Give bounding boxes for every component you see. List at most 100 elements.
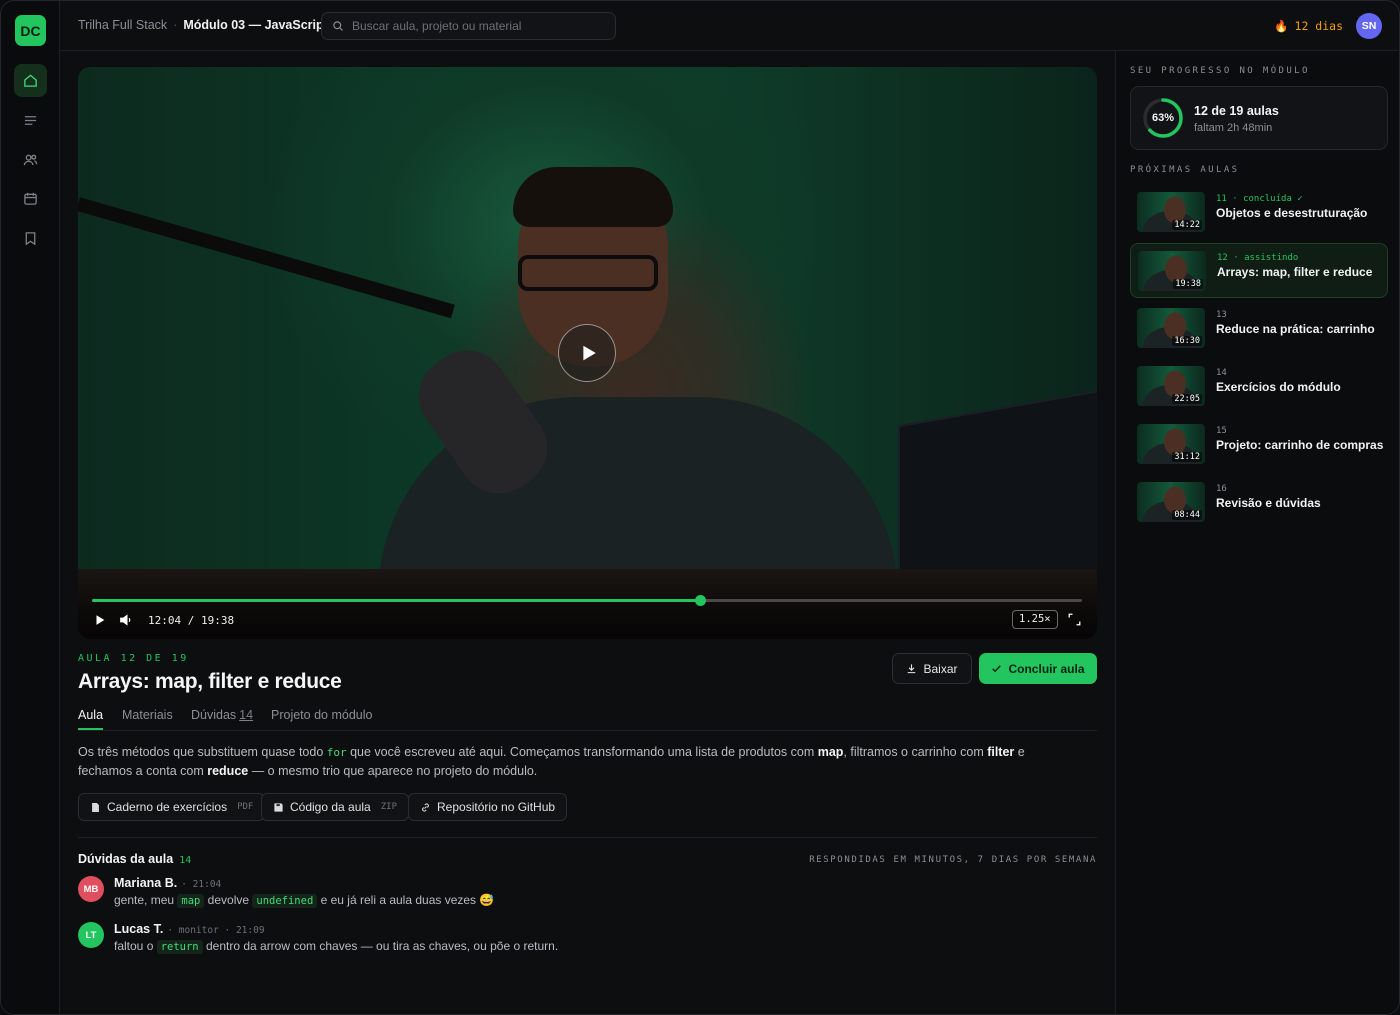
breadcrumb-separator: ·: [173, 18, 178, 32]
tab-label: Dúvidas: [191, 708, 237, 722]
progress-percent: 63%: [1151, 112, 1175, 124]
comment-author[interactable]: Lucas T.: [114, 922, 163, 936]
active-tab-indicator: [78, 728, 103, 730]
streak-badge[interactable]: 🔥 12 dias: [1274, 19, 1343, 33]
lesson-thumbnail: 14:22: [1137, 192, 1205, 232]
play-icon[interactable]: [93, 613, 107, 627]
lesson-title: Exercícios do módulo: [1216, 380, 1341, 394]
complete-label: Concluir aula: [1008, 661, 1085, 676]
brand-logo[interactable]: DC: [15, 15, 46, 46]
progress-remaining: faltam 2h 48min: [1194, 122, 1273, 134]
download-icon: [908, 664, 916, 674]
download-button[interactable]: Baixar: [892, 653, 972, 684]
progress-count: 12 de 19 aulas: [1194, 104, 1279, 118]
comment-code: map: [177, 894, 205, 908]
video-scene: [78, 197, 455, 319]
attachment-code[interactable]: Código da aula ZIP: [261, 793, 409, 821]
attachment-tag: ZIP: [380, 802, 397, 812]
video-player[interactable]: 12:04 / 19:38 1.25×: [78, 67, 1097, 639]
volume-icon[interactable]: [119, 613, 133, 627]
lesson-item[interactable]: 16:30 13 Reduce na prática: carrinho: [1130, 301, 1388, 356]
lesson-thumbnail: 08:44: [1137, 482, 1205, 522]
tab-label: Materiais: [122, 708, 173, 722]
desc-text: Os três métodos que substituem quase tod…: [78, 745, 327, 759]
search-box[interactable]: [321, 12, 616, 40]
download-label: Baixar: [923, 661, 958, 676]
section-divider: [78, 837, 1097, 838]
play-overlay-button[interactable]: [558, 324, 616, 382]
lesson-item[interactable]: 08:44 16 Revisão e dúvidas: [1130, 475, 1388, 530]
lesson-number: 11 · concluída ✓: [1216, 194, 1303, 204]
attachment-github[interactable]: Repositório no GitHub: [408, 793, 568, 821]
nav-rail: DC: [1, 1, 60, 1014]
breadcrumb-module[interactable]: Módulo 03 — JavaScript: [183, 18, 327, 32]
lesson-title: Objetos e desestruturação: [1216, 206, 1368, 220]
comment-text: gente, meu map devolve undefined e eu já…: [114, 893, 494, 908]
flame-icon: 🔥: [1274, 19, 1289, 33]
tab-count: 14: [239, 708, 254, 722]
desc-text: , filtramos o carrinho com: [843, 745, 988, 759]
lesson-duration: 19:38: [1173, 279, 1203, 289]
desc-bold: map: [817, 745, 844, 759]
lesson-item-current[interactable]: 19:38 12 · assistindo Arrays: map, filte…: [1130, 243, 1388, 298]
lesson-item[interactable]: 31:12 15 Projeto: carrinho de compras: [1130, 417, 1388, 472]
comment-text-part: dentro da arrow com chaves — ou tira as …: [202, 939, 559, 953]
lesson-thumbnail: 22:05: [1137, 366, 1205, 406]
comment-code: return: [156, 940, 203, 954]
attachment-label: Código da aula: [290, 800, 371, 814]
lesson-number: 15: [1216, 426, 1227, 436]
attachment-label: Repositório no GitHub: [437, 800, 556, 814]
attachment-tag: PDF: [237, 802, 254, 812]
progress-card: 63% 12 de 19 aulas faltam 2h 48min: [1130, 86, 1388, 150]
lesson-number: 12 · assistindo: [1217, 253, 1299, 263]
main-content: 12:04 / 19:38 1.25× AULA 12 DE 19 Arrays…: [78, 67, 1097, 954]
lesson-title: Reduce na prática: carrinho: [1216, 322, 1375, 336]
comment-avatar[interactable]: MB: [78, 876, 104, 902]
document-icon: [92, 802, 99, 812]
comment-text-part: faltou o: [114, 939, 157, 953]
lesson-item[interactable]: 14:22 11 · concluída ✓ Objetos e desestr…: [1130, 185, 1388, 240]
search-input[interactable]: [352, 19, 602, 33]
side-panel: SEU PROGRESSO NO MÓDULO 63% 12 de 19 aul…: [1115, 51, 1399, 1014]
lesson-duration: 31:12: [1172, 452, 1202, 462]
calendar-icon[interactable]: [14, 182, 47, 215]
progress-handle[interactable]: [694, 595, 706, 606]
complete-lesson-button[interactable]: Concluir aula: [979, 653, 1097, 684]
progress-track[interactable]: [92, 595, 1082, 606]
attachment-exercises[interactable]: Caderno de exercícios PDF: [78, 793, 266, 821]
playback-speed[interactable]: 1.25×: [1012, 610, 1058, 629]
comment-code: undefined: [252, 894, 318, 908]
list-icon[interactable]: [14, 104, 47, 137]
desc-code: for: [326, 746, 347, 759]
tab-materiais[interactable]: Materiais: [122, 708, 173, 722]
home-icon[interactable]: [14, 64, 47, 97]
comment-meta: · 21:04: [181, 879, 222, 890]
check-icon: [992, 665, 1002, 673]
progress-heading: SEU PROGRESSO NO MÓDULO: [1130, 66, 1310, 76]
breadcrumb-track[interactable]: Trilha Full Stack: [78, 18, 167, 32]
fullscreen-icon[interactable]: [1068, 613, 1081, 626]
next-lessons-heading: PRÓXIMAS AULAS: [1130, 165, 1240, 175]
tab-label: Aula: [78, 708, 104, 722]
tab-aula[interactable]: Aula: [78, 708, 103, 722]
lesson-duration: 22:05: [1172, 394, 1202, 404]
app-window: DC Trilha Full Stack · Módulo 03 — JavaScr…: [0, 0, 1400, 1015]
desc-text: que você escreveu até aqui. Começamos tr…: [346, 745, 818, 759]
tab-duvidas[interactable]: Dúvidas 14: [191, 708, 253, 722]
lesson-number: 13: [1216, 310, 1227, 320]
tab-projeto[interactable]: Projeto do módulo: [271, 708, 372, 722]
comment-author[interactable]: Mariana B.: [114, 876, 177, 890]
save-icon: [274, 802, 283, 812]
bookmark-icon[interactable]: [14, 222, 47, 255]
lesson-title: Arrays: map, filter e reduce: [1217, 265, 1373, 279]
controls-overlay: [78, 569, 1097, 639]
comment-avatar[interactable]: LT: [78, 922, 104, 948]
lesson-item[interactable]: 22:05 14 Exercícios do módulo: [1130, 359, 1388, 414]
play-icon: [582, 345, 596, 361]
users-icon[interactable]: [14, 143, 47, 176]
lesson-description: Os três métodos que substituem quase tod…: [78, 743, 1038, 781]
questions-heading: Dúvidas da aula 14: [78, 852, 191, 866]
lesson-tabs: Aula Materiais Dúvidas 14 Projeto do módu…: [78, 703, 1097, 731]
lesson-thumbnail: 16:30: [1137, 308, 1205, 348]
user-avatar[interactable]: SN: [1356, 13, 1382, 39]
